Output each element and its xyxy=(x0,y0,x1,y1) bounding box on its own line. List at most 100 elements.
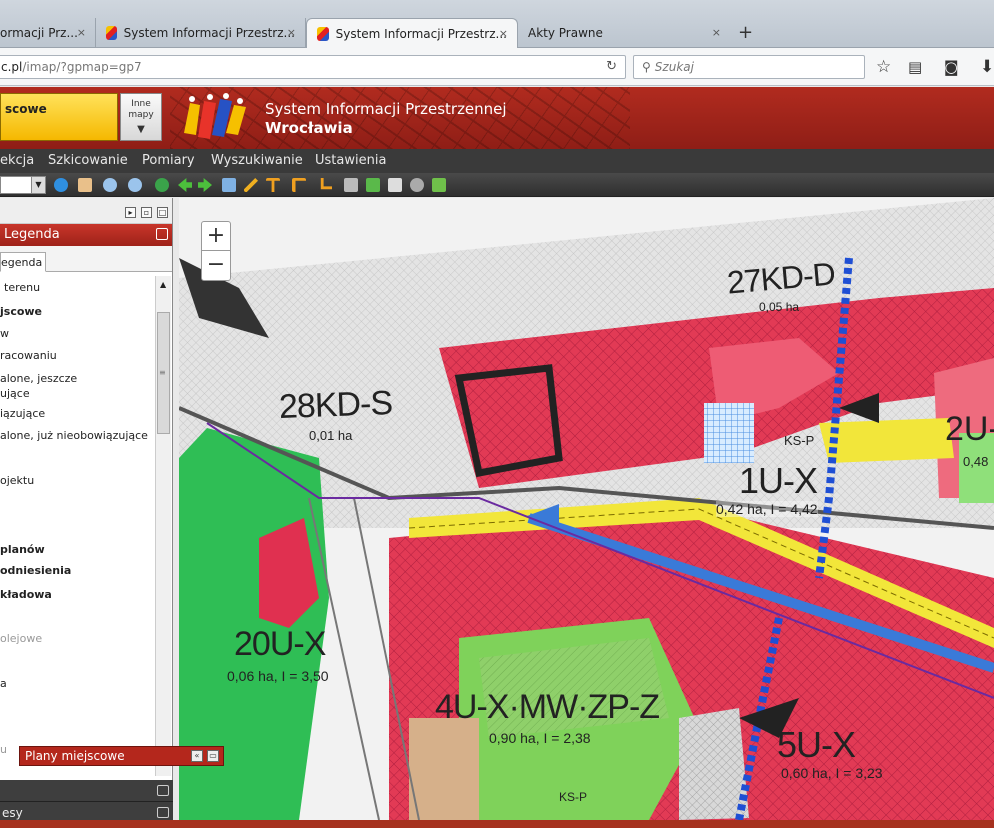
window-icon[interactable] xyxy=(156,228,168,240)
map-toolbar: ▼ xyxy=(0,173,994,197)
download-icon[interactable]: ⬇ xyxy=(980,57,994,77)
close-tab-icon[interactable]: × xyxy=(287,26,296,39)
chevron-down-icon: ▼ xyxy=(31,177,45,193)
legend-item[interactable]: odniesienia xyxy=(0,563,71,578)
legend-item[interactable]: kładowa xyxy=(0,587,52,602)
map-zone-label: 20U-X xyxy=(234,625,326,663)
sip-favicon-icon xyxy=(317,26,329,41)
floating-panel-plany[interactable]: Plany miejscowe « ▭ xyxy=(19,746,224,766)
tab-legenda[interactable]: egenda xyxy=(0,252,47,272)
legend-item[interactable]: olejowe xyxy=(0,631,42,646)
crop-icon[interactable] xyxy=(320,178,332,190)
map-viewport[interactable]: + − 27KD-D 0,05 ha 28KD-S 0,01 ha KS-P 1… xyxy=(179,198,994,820)
scroll-up-icon[interactable]: ▲ xyxy=(160,280,166,289)
tab-4[interactable]: Akty Prawne × xyxy=(518,18,730,48)
zoom-in-button[interactable]: + xyxy=(202,222,230,251)
back-arrow-icon[interactable] xyxy=(178,178,192,192)
wfs-icon[interactable] xyxy=(366,178,380,192)
map-zone-area: 0,48 xyxy=(963,454,989,469)
floating-panel-title: Plany miejscowe xyxy=(25,749,125,763)
legend-item[interactable]: jscowe xyxy=(0,304,42,319)
reload-icon[interactable]: ↻ xyxy=(606,59,617,74)
zoom-out-icon[interactable] xyxy=(128,178,142,192)
maximize-panel-icon[interactable]: □ xyxy=(157,207,168,218)
close-tab-icon[interactable]: × xyxy=(712,26,721,39)
tab-label: System Informacji Przestrz... xyxy=(123,26,295,40)
sip-logo-icon xyxy=(184,93,246,139)
close-tab-icon[interactable]: × xyxy=(77,26,86,39)
layers-icon[interactable] xyxy=(344,178,358,192)
map-zone-area: 0,60 ha, I = 3,23 xyxy=(781,765,883,781)
print-icon[interactable] xyxy=(388,178,402,192)
legend-header-label: Legenda xyxy=(4,227,60,242)
tab-1[interactable]: ormacji Prz... × xyxy=(0,18,96,48)
reading-list-icon[interactable]: ▤ xyxy=(908,58,922,76)
pocket-icon[interactable]: ◙ xyxy=(944,58,959,76)
map-zone-area: 0,42 ha, I = 4,42 xyxy=(716,501,818,517)
tab-label: System Informacji Przestrz... xyxy=(335,26,507,41)
legend-item[interactable]: alone, jeszcze xyxy=(0,371,77,386)
export-icon[interactable] xyxy=(432,178,446,192)
legend-item[interactable]: planów xyxy=(0,542,45,557)
legend-item[interactable]: w xyxy=(0,326,9,341)
tab-bar: ormacji Prz... × System Informacji Przes… xyxy=(0,0,994,48)
new-tab-button[interactable]: + xyxy=(738,22,753,43)
tab-2[interactable]: System Informacji Przestrz... × xyxy=(96,18,306,48)
legend-header[interactable]: Legenda xyxy=(0,224,172,246)
legend-item[interactable]: iązujące xyxy=(0,406,45,421)
menu-item-selekcja[interactable]: ekcja xyxy=(0,153,34,168)
restore-panel-icon[interactable]: ▫ xyxy=(141,207,152,218)
legend-item[interactable]: alone, już nieobowiązujące xyxy=(0,428,148,443)
link-icon[interactable] xyxy=(410,178,424,192)
collapsed-panel-label: esy xyxy=(2,806,23,820)
info-icon[interactable] xyxy=(54,178,68,192)
menu-item-wyszukiwanie[interactable]: Wyszukiwanie xyxy=(211,153,303,168)
map-zone-area: 0,01 ha xyxy=(309,428,353,443)
tab-label: ormacji Prz... xyxy=(0,26,78,40)
window-icon[interactable] xyxy=(157,785,169,796)
map-zone-area: 0,05 ha xyxy=(759,300,800,314)
window-icon[interactable] xyxy=(157,807,169,818)
url-host: c.pl xyxy=(1,60,23,74)
pan-hand-icon[interactable] xyxy=(78,178,92,192)
legend-scrollbar[interactable]: ▲ ≡ xyxy=(155,276,171,776)
search-input[interactable]: ⚲ Szukaj xyxy=(633,55,865,79)
tab-3-active[interactable]: System Informacji Przestrz... × xyxy=(306,18,518,48)
left-panel: ▸ ▫ □ Legenda egenda terenu jscowe w rac… xyxy=(0,198,173,828)
forward-arrow-icon[interactable] xyxy=(198,178,212,192)
scale-select[interactable]: ▼ xyxy=(0,176,46,194)
zoom-in-icon[interactable] xyxy=(103,178,117,192)
measure-angle-icon[interactable] xyxy=(292,178,306,192)
map-zone-label: 4U-X·MW·ZP-Z xyxy=(435,688,660,726)
menu-item-ustawienia[interactable]: Ustawienia xyxy=(315,153,386,168)
other-maps-label: Inne mapy xyxy=(128,99,154,120)
legend-item[interactable]: terenu xyxy=(4,280,40,295)
collapse-icon[interactable]: « xyxy=(191,750,203,762)
legend-item[interactable]: a xyxy=(0,676,7,691)
url-bar[interactable]: c.pl/imap/?gpmap=gp7 ↻ xyxy=(0,55,626,79)
legend-item[interactable]: ojektu xyxy=(0,473,34,488)
collapse-panel-icon[interactable]: ▸ xyxy=(125,207,136,218)
menu-item-pomiary[interactable]: Pomiary xyxy=(142,153,195,168)
measure-icon[interactable] xyxy=(266,178,280,192)
bookmark-star-icon[interactable]: ☆ xyxy=(876,57,891,77)
map-icon[interactable] xyxy=(222,178,236,192)
active-map-selector[interactable]: scowe xyxy=(0,93,118,141)
site-title-line2: Wrocławia xyxy=(265,119,353,137)
map-zone-label: 28KD-S xyxy=(278,384,393,426)
menu-item-szkicowanie[interactable]: Szkicowanie xyxy=(48,153,128,168)
pencil-icon[interactable] xyxy=(244,178,258,192)
other-maps-button[interactable]: Inne mapy ▼ xyxy=(120,93,162,141)
legend-item[interactable]: u xyxy=(0,742,7,757)
zoom-out-button[interactable]: − xyxy=(202,251,230,280)
close-tab-icon[interactable]: × xyxy=(499,27,508,40)
map-zone-area: 0,90 ha, I = 2,38 xyxy=(489,730,591,746)
search-icon: ⚲ xyxy=(642,60,651,74)
map-zone-label: 5U-X xyxy=(777,724,856,765)
full-extent-icon[interactable] xyxy=(155,178,169,192)
legend-item[interactable]: ujące xyxy=(0,386,30,401)
window-icon[interactable]: ▭ xyxy=(207,750,219,762)
collapsed-panel-1[interactable] xyxy=(0,780,173,802)
legend-item[interactable]: racowaniu xyxy=(0,348,57,363)
map-zone-label: 1U-X xyxy=(739,460,818,501)
